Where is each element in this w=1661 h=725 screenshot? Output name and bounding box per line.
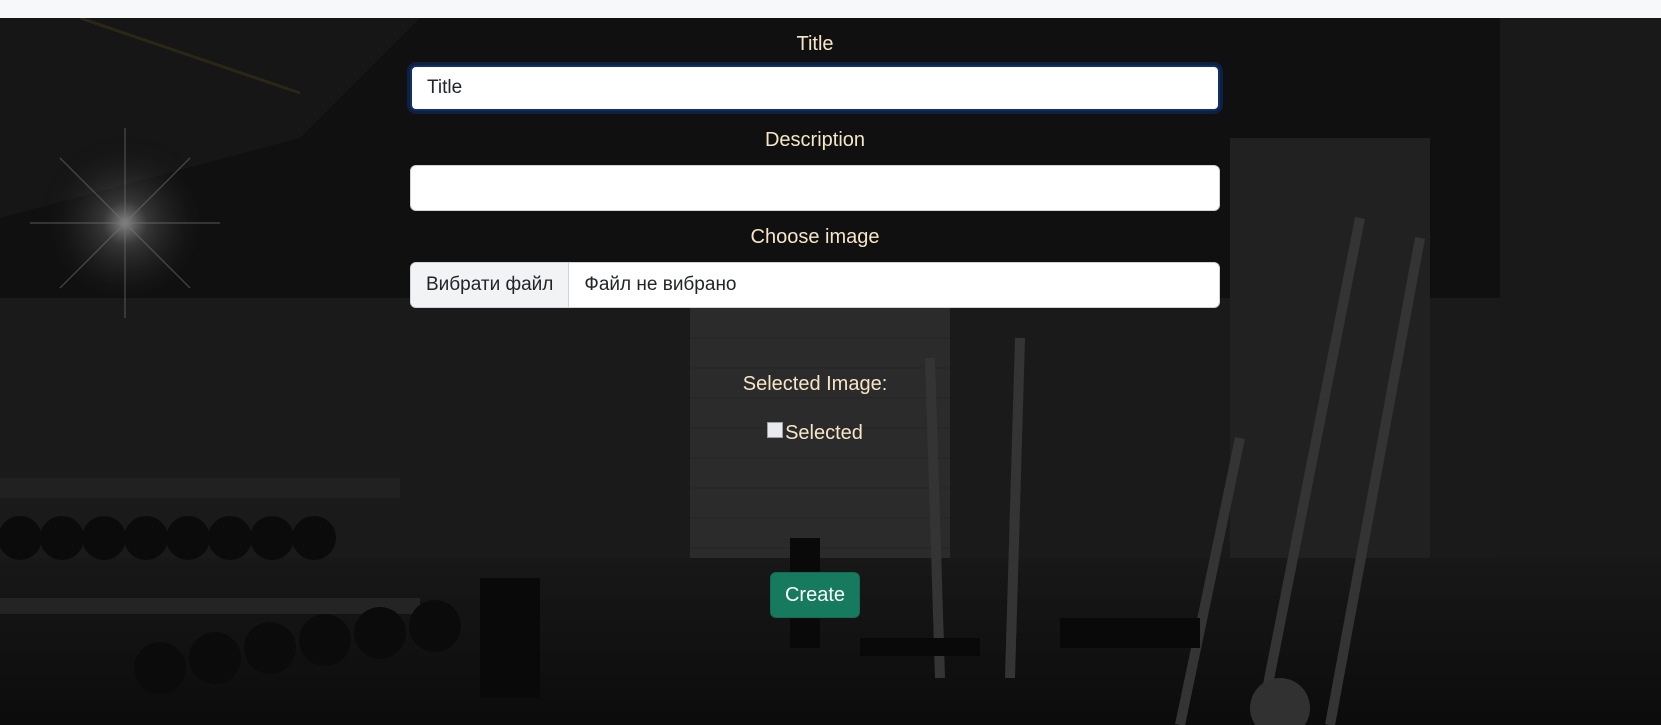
description-label: Description: [764, 129, 866, 151]
title-label: Title: [796, 33, 834, 55]
title-input[interactable]: [410, 65, 1220, 111]
choose-file-button[interactable]: Вибрати файл: [411, 263, 570, 307]
selected-image-label: Selected Image:: [742, 373, 888, 395]
file-status-text: Файл не вибрано: [584, 274, 737, 295]
selected-image-alt-text: Selected: [785, 422, 863, 444]
browser-top-strip: [0, 0, 1661, 18]
create-button[interactable]: Create: [770, 572, 860, 618]
broken-image-icon: [767, 421, 784, 438]
image-file-input[interactable]: Вибрати файл Файл не вибрано: [410, 262, 1220, 308]
description-input[interactable]: [410, 165, 1220, 211]
choose-image-label: Choose image: [750, 226, 880, 248]
selected-image-preview: Selected: [410, 421, 1220, 447]
selected-image: Selected: [767, 421, 863, 445]
